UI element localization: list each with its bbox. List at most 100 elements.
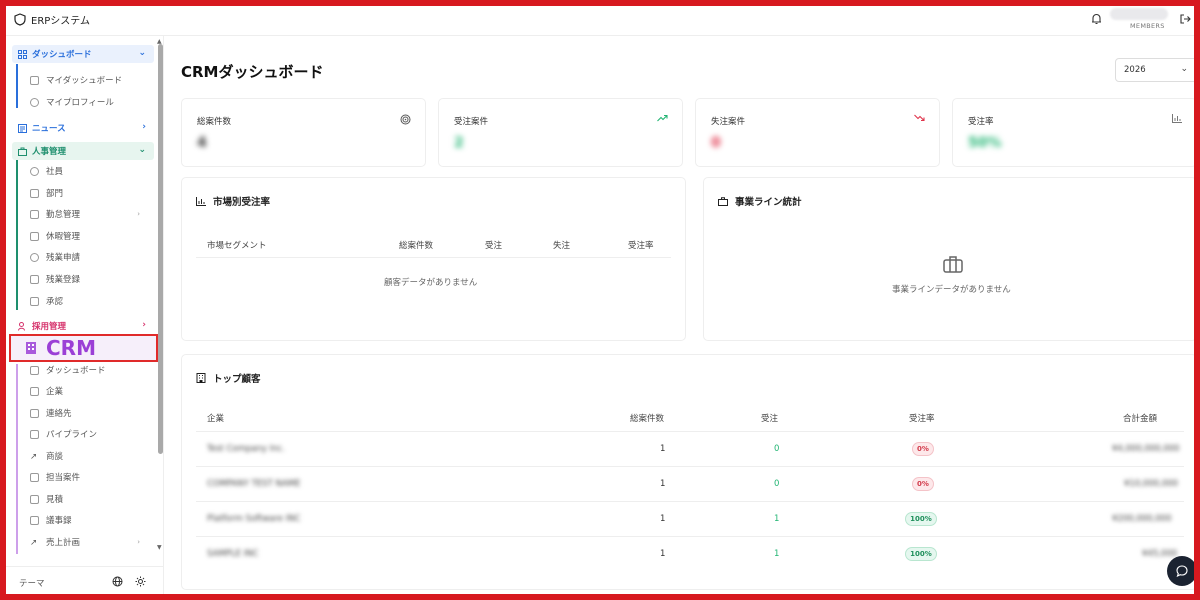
company-cell: Test Company Inc. [207,444,285,454]
trending-down-icon [914,114,925,125]
brand[interactable]: ERPシステム [14,12,90,27]
sidebar-scrollbar[interactable] [158,44,163,454]
sidebar-section-recruitment[interactable]: 採用管理 › [12,317,154,335]
total-cell: 1 [660,444,666,454]
table-divider [196,257,671,258]
sidebar-item-sales-plan[interactable]: ↗ 売上計画 › [30,534,150,550]
briefcase-icon [943,255,963,276]
stat-card-win-rate: 受注率 50% [952,98,1194,167]
won-cell: 1 [774,514,780,524]
sidebar-item-label: 残業登録 [46,275,81,285]
sidebar-item-label: 社員 [46,167,64,177]
column-header: 総案件数 [630,414,665,424]
sun-icon[interactable] [135,576,146,590]
logout-icon[interactable] [1179,13,1191,28]
panel-title: 市場別受注率 [196,194,270,208]
chevron-right-icon: › [142,320,146,330]
chevron-right-icon: › [137,210,140,218]
amount-cell: ¥10,000,000 [1124,479,1179,489]
grid-icon [30,75,39,85]
sidebar-section-label: 人事管理 [32,147,67,157]
sidebar-item-minutes[interactable]: 議事録 [30,512,150,528]
sidebar-item-label: マイダッシュボード [46,76,123,86]
chat-bubble-icon [1176,565,1188,577]
empty-state-text: 事業ラインデータがありません [892,285,1011,295]
sidebar-item-employees[interactable]: 社員 [30,163,150,179]
sidebar-item-overtime-entry[interactable]: 残業登録 [30,271,150,287]
won-cell: 0 [774,444,780,454]
company-cell: Platform Software INC [207,514,301,524]
sidebar-section-dashboard[interactable]: ダッシュボード ⌄ [12,45,154,63]
year-select-value: 2026 [1124,65,1146,75]
shield-logo-icon [14,13,26,26]
stat-value: 2 [454,135,464,151]
chevron-down-icon: ⌄ [138,48,146,58]
sidebar-item-quotes[interactable]: 見積 [30,491,150,507]
group-indicator-line [16,160,18,310]
sidebar-footer: テーマ [6,566,164,594]
amount-cell: ¥45,000 [1142,549,1178,559]
sidebar-item-label: 企業 [46,387,64,397]
sidebar-section-news[interactable]: ニュース › [12,119,154,137]
building-icon [196,373,206,383]
sidebar-item-assigned-deals[interactable]: 担当案件 [30,469,150,485]
market-win-rate-panel: 市場別受注率 市場セグメント 総案件数 受注 失注 受注率 顧客データがありませ… [181,177,686,341]
calendar-icon [30,231,39,241]
sidebar-section-label: ニュース [32,124,66,134]
sidebar-item-contacts[interactable]: 連絡先 [30,405,150,421]
won-cell: 1 [774,549,780,559]
sidebar-item-pipeline[interactable]: パイプライン [30,426,150,442]
sidebar-item-companies[interactable]: 企業 [30,383,150,399]
empty-state-text: 顧客データがありません [384,278,478,288]
column-header: 受注 [761,414,779,424]
column-header: 市場セグメント [207,241,267,251]
sidebar-item-my-profile[interactable]: マイプロフィール [30,94,150,110]
sidebar-section-crm[interactable]: CRM [9,334,158,362]
sidebar-item-deals[interactable]: ↗ 商談 [30,448,150,464]
rate-badge: 0% [912,442,934,456]
rate-badge: 0% [912,477,934,491]
building-icon [30,386,39,396]
trending-up-icon: ↗ [30,451,38,462]
briefcase-icon [718,196,728,206]
sidebar-item-label: 残業申請 [46,253,81,263]
stat-label: 総案件数 [197,117,232,127]
table-divider [196,466,1184,467]
stat-value: 50% [968,135,1002,151]
column-header: 企業 [207,414,225,424]
bell-icon[interactable] [1091,13,1102,28]
year-select[interactable]: 2026 ⌄ [1115,58,1194,82]
top-bar: ERPシステム MEMBERS [6,6,1194,36]
rate-badge: 100% [905,547,937,561]
sidebar-section-hr[interactable]: 人事管理 ⌄ [12,142,154,160]
stat-card-won-deals: 受注案件 2 [438,98,683,167]
chat-button[interactable] [1167,556,1194,586]
sidebar-item-crm-dashboard[interactable]: ダッシュボード [30,362,150,378]
sidebar-item-my-dashboard[interactable]: マイダッシュボード [30,72,150,88]
user-plus-icon [18,321,25,331]
calendar-icon [30,209,39,219]
check-square-icon [30,296,39,306]
document-icon [30,494,39,504]
business-line-panel: 事業ライン統計 事業ラインデータがありません [703,177,1194,341]
chevron-right-icon: › [137,538,140,546]
sidebar-item-approval[interactable]: 承認 [30,293,150,309]
globe-icon[interactable] [112,576,123,590]
bar-chart-icon [1172,114,1182,126]
sidebar-item-leave[interactable]: 休暇管理 [30,228,150,244]
sidebar-item-attendance[interactable]: 勤怠管理 › [30,206,150,222]
scroll-down-arrow-icon[interactable]: ▼ [157,544,162,551]
sidebar-item-overtime-request[interactable]: 残業申請 [30,249,150,265]
theme-label: テーマ [19,579,45,589]
sidebar-item-departments[interactable]: 部門 [30,185,150,201]
user-name-blurred[interactable] [1110,8,1168,20]
sidebar-item-label: 部門 [46,189,64,199]
chevron-right-icon: › [142,122,146,132]
stat-label: 受注案件 [454,117,489,127]
company-cell: COMPANY TEST NAME [207,479,301,489]
stat-value: 4 [197,135,207,151]
rate-badge: 100% [905,512,937,526]
target-icon [400,114,411,128]
sidebar-item-label: 連絡先 [46,409,72,419]
sidebar-item-label: 承認 [46,297,64,307]
